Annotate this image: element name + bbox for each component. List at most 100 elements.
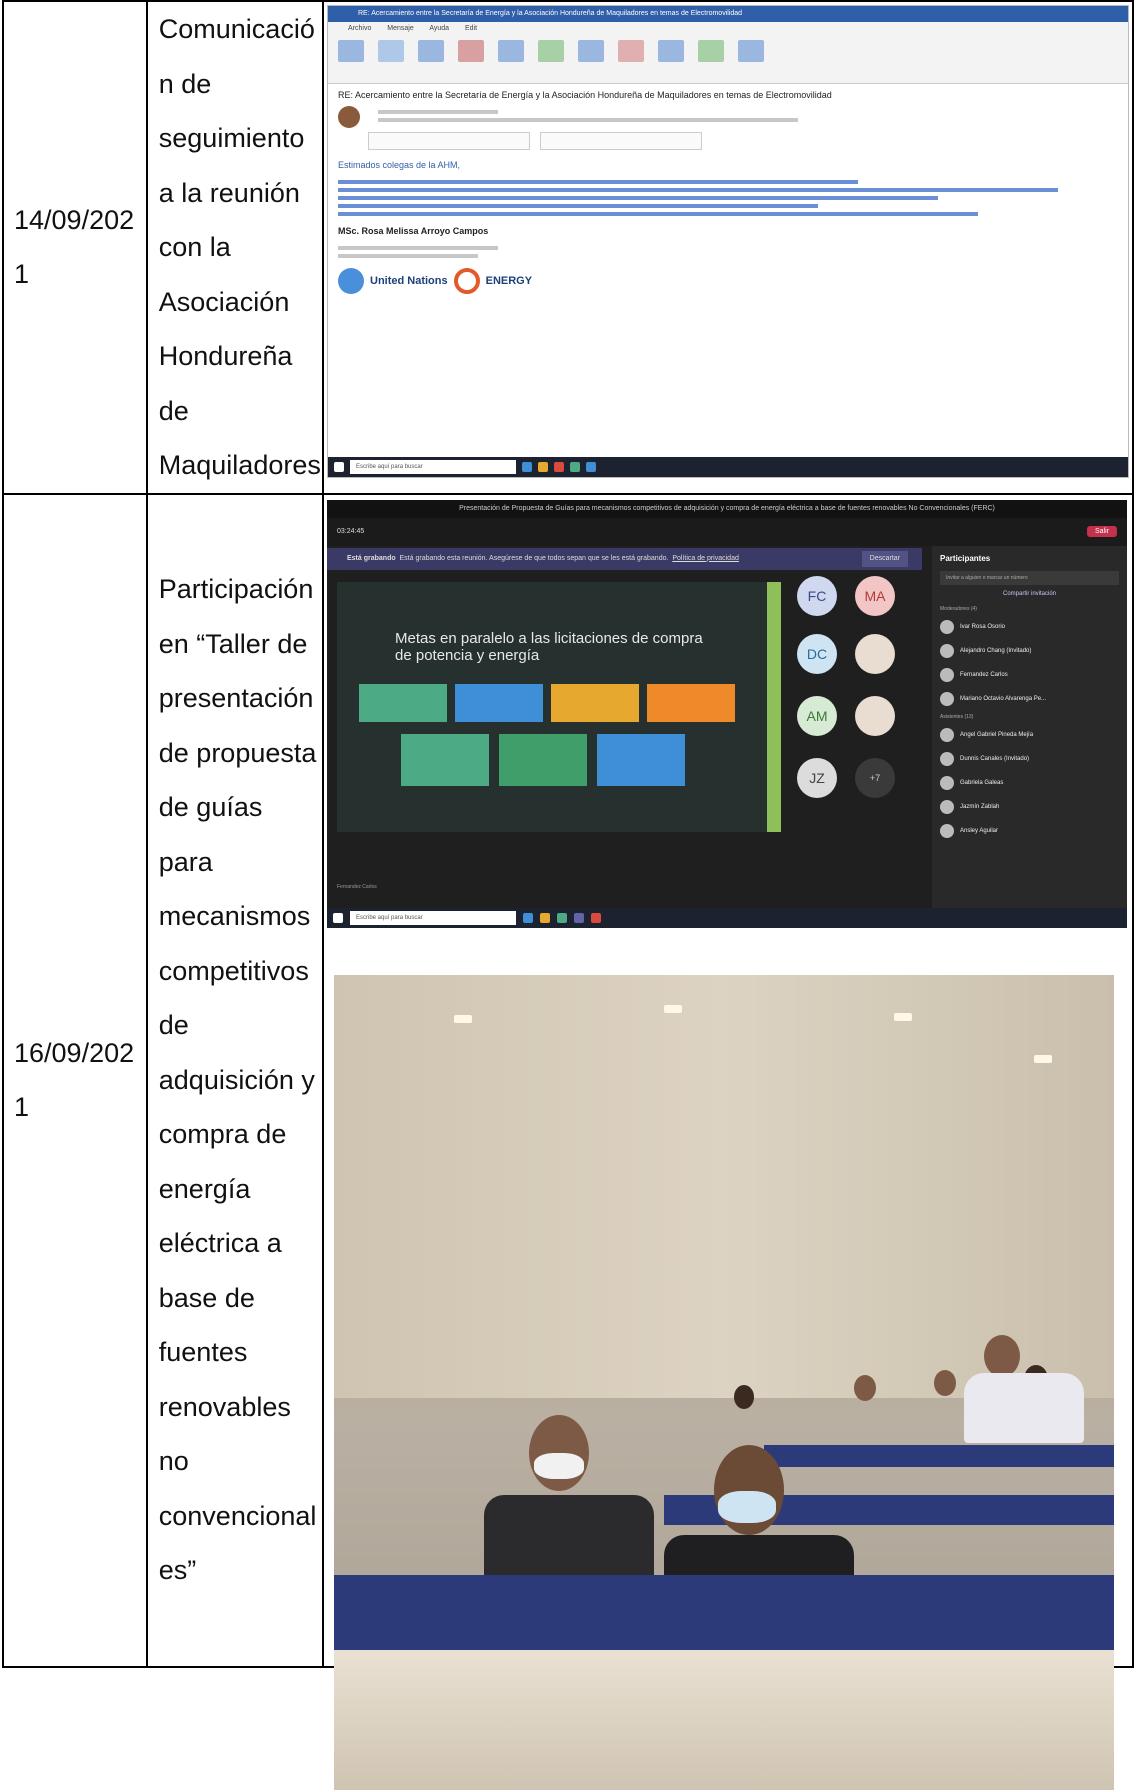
participant-tile: JZ xyxy=(797,757,837,798)
app-icon xyxy=(586,462,596,472)
description-line: convencional xyxy=(158,1500,317,1531)
app-icon xyxy=(538,462,548,472)
email-greeting: Estimados colegas de la AHM, xyxy=(338,160,461,170)
participant-photo-tile xyxy=(855,633,895,674)
teams-meeting-screenshot: Presentación de Propuesta de Guías para … xyxy=(327,499,1127,928)
description-line: base de xyxy=(158,1282,255,1313)
sender-avatar xyxy=(338,106,360,128)
taskbar-search: Escribe aquí para buscar xyxy=(350,910,516,925)
app-icon xyxy=(522,462,532,472)
windows-start-icon xyxy=(334,462,344,472)
participant-tile: FC xyxy=(797,575,837,616)
participant-tile: DC xyxy=(797,633,837,674)
menu-item: Archivo xyxy=(348,25,372,32)
description-line: renovables xyxy=(158,1391,291,1422)
face-mask xyxy=(534,1452,584,1479)
participants-title: Participantes xyxy=(940,553,991,563)
ribbon-icon xyxy=(458,40,484,62)
participant-tile: MA xyxy=(855,575,895,616)
teams-app-icon xyxy=(574,912,584,923)
app-icon xyxy=(570,462,580,472)
leave-button[interactable]: Salir xyxy=(1086,526,1117,537)
description-line: eléctrica a xyxy=(158,1228,282,1259)
recording-text: Está grabando esta reunión. Asegúrese de… xyxy=(399,554,669,562)
activity-log-table: 14/09/202 1 Comunicació n de seguimiento… xyxy=(2,0,1134,1790)
description-line: Asociación xyxy=(158,286,290,317)
description-line: n de xyxy=(158,68,212,99)
email-subject: RE: Acercamiento entre la Secretaría de … xyxy=(338,90,832,100)
signature-logos: United Nations ENERGY xyxy=(328,262,1128,300)
description-line: de guías xyxy=(158,792,263,823)
participant-row: Jazmín Zablah xyxy=(932,795,1127,819)
ribbon-icon xyxy=(698,40,724,62)
recipients-line xyxy=(378,118,798,122)
date-line: 1 xyxy=(14,259,30,290)
table-cloth xyxy=(334,1574,1114,1650)
ribbon-icon xyxy=(338,40,364,62)
evidence-cell: RE: Acercamiento entre la Secretaría de … xyxy=(322,0,1134,495)
ribbon-icon xyxy=(418,40,444,62)
slide-box xyxy=(597,733,685,786)
ribbon-icon xyxy=(538,40,564,62)
un-logo: United Nations ENERGY xyxy=(338,268,1118,294)
avatar xyxy=(940,751,954,766)
participant-row: Angel Gabriel Pineda Mejía xyxy=(932,723,1127,747)
privacy-link[interactable]: Política de privacidad xyxy=(672,555,739,562)
description-line: en “Taller de xyxy=(158,628,308,659)
signature-name: MSc. Rosa Melissa Arroyo Campos xyxy=(338,226,489,236)
app-icon xyxy=(591,912,601,923)
ribbon-icon xyxy=(578,40,604,62)
avatar xyxy=(940,823,954,838)
description-line: presentación xyxy=(158,683,314,714)
slide-box xyxy=(359,683,447,722)
app-icon xyxy=(540,912,550,923)
participant-name: Angel Gabriel Pineda Mejía xyxy=(960,731,1034,738)
signature-line xyxy=(338,246,498,250)
date-line: 1 xyxy=(14,1092,30,1122)
body-line xyxy=(338,188,1058,192)
participant-row: Mariano Octavio Alvarenga Pe... xyxy=(932,687,1127,711)
participant-name: Ansley Aguilar xyxy=(960,827,999,834)
participant-tile: AM xyxy=(797,695,837,736)
description-line: Maquiladores xyxy=(158,450,321,480)
ribbon-icon xyxy=(738,40,764,62)
attendee-head xyxy=(854,1374,876,1401)
attachments xyxy=(328,128,1128,154)
slide-box xyxy=(455,683,543,722)
menu-item: Ayuda xyxy=(429,25,450,32)
description-line: con la xyxy=(158,232,231,262)
participant-row: Fernandez Carlos xyxy=(932,663,1127,687)
body-line xyxy=(338,204,818,208)
participants-search[interactable]: Invitar a alguien o marcar un número xyxy=(940,570,1119,585)
email-sender xyxy=(328,106,1128,128)
description-line: de propuesta xyxy=(158,737,317,768)
attendee-body xyxy=(964,1372,1084,1443)
description-line: no xyxy=(158,1446,189,1477)
description-line: de xyxy=(158,395,189,426)
description-line: para xyxy=(158,846,213,877)
window-title-bar: RE: Acercamiento entre la Secretaría de … xyxy=(328,6,1128,22)
dismiss-button[interactable]: Descartar xyxy=(861,550,908,567)
slide-box xyxy=(499,733,587,786)
meeting-window-title: Presentación de Propuesta de Guías para … xyxy=(327,499,1127,518)
avatar xyxy=(940,667,954,682)
attendee-head xyxy=(984,1334,1020,1377)
avatar xyxy=(940,619,954,634)
table-skirt xyxy=(334,1649,1114,1790)
slide-box xyxy=(647,683,735,722)
body-line xyxy=(338,196,938,200)
evidence-cell: Presentación de Propuesta de Guías para … xyxy=(322,492,1134,1790)
attendees-section: Asistentes (13) xyxy=(940,713,974,720)
share-invite-button[interactable]: Compartir invitación xyxy=(940,591,1119,597)
date-line: 14/09/202 xyxy=(14,205,135,236)
description-line: Participación xyxy=(158,574,314,605)
avatar xyxy=(940,691,954,706)
ribbon-toolbar xyxy=(328,36,1128,84)
meeting-timer: 03:24:45 xyxy=(337,528,365,535)
participant-name: Alejandro Chang (Invitado) xyxy=(960,647,1032,654)
body-line xyxy=(338,212,978,216)
participant-row: Alejandro Chang (Invitado) xyxy=(932,639,1127,663)
description-line: fuentes xyxy=(158,1337,248,1368)
table-cloth xyxy=(764,1444,1114,1467)
signature-line xyxy=(338,254,478,258)
